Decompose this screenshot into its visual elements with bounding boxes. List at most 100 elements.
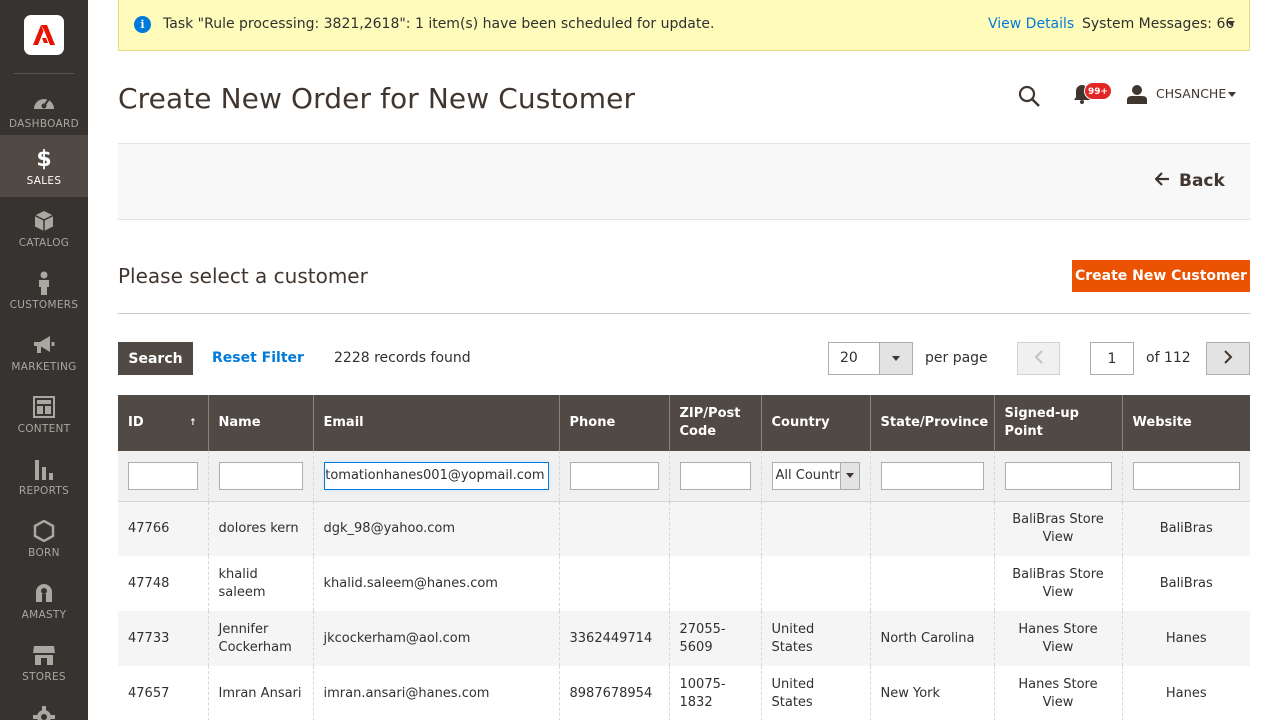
per-page-label: per page bbox=[925, 350, 988, 366]
column-header-zip[interactable]: ZIP/Post Code bbox=[668, 395, 761, 451]
amasty-icon bbox=[32, 581, 56, 605]
column-header-name[interactable]: Name bbox=[207, 395, 313, 451]
cell-country bbox=[760, 501, 870, 556]
chevron-down-icon[interactable] bbox=[1228, 92, 1236, 97]
sidebar-item-amasty[interactable]: AMASTY bbox=[0, 569, 88, 631]
filter-row: automationhanes001@yopmail.com All Count… bbox=[118, 451, 1250, 502]
cell-name: khalid saleem bbox=[207, 556, 313, 611]
per-page-select[interactable]: 20 bbox=[828, 342, 913, 375]
sidebar-item-label: CONTENT bbox=[17, 423, 71, 435]
cell-email: khalid.saleem@hanes.com bbox=[312, 556, 559, 611]
column-header-state[interactable]: State/Province bbox=[869, 395, 994, 451]
previous-page-button[interactable] bbox=[1017, 342, 1060, 375]
cell-state: North Carolina bbox=[869, 611, 994, 666]
sidebar-item-dashboard[interactable]: DASHBOARD bbox=[0, 78, 88, 140]
cell-id: 47748 bbox=[128, 575, 170, 591]
column-header-id[interactable]: ID ↑ bbox=[118, 395, 208, 451]
sidebar-item-label: REPORTS bbox=[18, 485, 70, 497]
sidebar-item-label: BORN bbox=[28, 547, 60, 559]
sidebar-item-label: CATALOG bbox=[18, 237, 70, 249]
cell-phone: 3362449714 bbox=[558, 611, 669, 666]
back-button[interactable]: Back bbox=[1154, 171, 1225, 191]
sidebar-item-customers[interactable]: CUSTOMERS bbox=[0, 259, 88, 321]
cell-phone: 8987678954 bbox=[558, 666, 669, 720]
view-details-link[interactable]: View Details bbox=[988, 16, 1074, 32]
chevron-left-icon bbox=[1034, 349, 1044, 368]
filter-country-select[interactable]: All Countries bbox=[771, 461, 860, 490]
sidebar-item-system[interactable] bbox=[0, 693, 88, 720]
column-header-country[interactable]: Country bbox=[760, 395, 870, 451]
cell-signup-point: BaliBras Store View bbox=[993, 556, 1122, 611]
sort-arrow-icon: ↑ bbox=[188, 418, 197, 428]
cell-email: jkcockerham@aol.com bbox=[312, 611, 559, 666]
page-number-input[interactable]: 1 bbox=[1090, 342, 1134, 375]
filter-name-input[interactable] bbox=[218, 461, 303, 490]
page-actions-bar bbox=[118, 143, 1250, 220]
table-row[interactable]: 47733 Jennifer Cockerham jkcockerham@aol… bbox=[118, 611, 1250, 666]
filter-website-input[interactable] bbox=[1132, 461, 1240, 490]
filter-email-input[interactable]: automationhanes001@yopmail.com bbox=[323, 461, 549, 490]
info-icon: i bbox=[134, 16, 151, 33]
sidebar-item-label: DASHBOARD bbox=[8, 118, 79, 130]
sidebar-item-reports[interactable]: REPORTS bbox=[0, 445, 88, 507]
sidebar-item-marketing[interactable]: MARKETING bbox=[0, 321, 88, 383]
next-page-button[interactable] bbox=[1206, 342, 1250, 375]
cell-state: New York bbox=[869, 666, 994, 720]
create-new-customer-button[interactable]: Create New Customer bbox=[1072, 260, 1250, 292]
adobe-logo[interactable] bbox=[24, 15, 64, 55]
notifications-badge: 99+ bbox=[1084, 82, 1113, 100]
sidebar-item-label: AMASTY bbox=[21, 609, 67, 621]
admin-sidebar: DASHBOARD $ SALES CATALOG CUSTOMERS MARK… bbox=[0, 0, 88, 720]
cell-name: dolores kern bbox=[207, 501, 313, 556]
sidebar-item-catalog[interactable]: CATALOG bbox=[0, 197, 88, 259]
table-row[interactable]: 47657 Imran Ansari imran.ansari@hanes.co… bbox=[118, 666, 1250, 720]
megaphone-icon bbox=[32, 333, 56, 357]
table-row[interactable]: 47748 khalid saleem khalid.saleem@hanes.… bbox=[118, 556, 1250, 611]
sidebar-item-content[interactable]: CONTENT bbox=[0, 383, 88, 445]
filter-state-input[interactable] bbox=[880, 461, 984, 490]
chevron-down-icon[interactable] bbox=[1227, 21, 1235, 26]
store-icon bbox=[32, 643, 56, 667]
bar-chart-icon bbox=[32, 457, 56, 481]
user-menu[interactable]: CHSANCHE bbox=[1156, 86, 1226, 101]
filter-id-input[interactable] bbox=[128, 461, 198, 490]
layout-icon bbox=[32, 395, 56, 419]
cell-id: 47766 bbox=[118, 501, 208, 556]
chevron-down-icon bbox=[892, 356, 900, 361]
table-row[interactable]: 47766 dolores kern dgk_98@yahoo.com Bali… bbox=[118, 501, 1250, 556]
cell-website: BaliBras bbox=[1121, 501, 1250, 556]
system-messages-toggle[interactable]: System Messages: 66 bbox=[1082, 16, 1234, 32]
search-icon[interactable] bbox=[1017, 84, 1041, 112]
gear-icon bbox=[32, 705, 56, 720]
customer-grid: ID ↑ Name Email Phone ZIP/Post Code Count… bbox=[118, 395, 1250, 720]
cell-website: Hanes bbox=[1121, 666, 1250, 720]
search-button[interactable]: Search bbox=[118, 342, 193, 375]
cell-zip: 27055-5609 bbox=[668, 611, 761, 666]
cell-email: imran.ansari@hanes.com bbox=[312, 666, 559, 720]
cell-id: 47657 bbox=[128, 685, 170, 701]
user-icon[interactable] bbox=[1127, 84, 1147, 108]
page-title: Create New Order for New Customer bbox=[118, 82, 636, 115]
sidebar-item-stores[interactable]: STORES bbox=[0, 631, 88, 693]
sidebar-item-sales[interactable]: $ SALES bbox=[0, 135, 88, 197]
notice-message: Task "Rule processing: 3821,2618": 1 ite… bbox=[163, 16, 715, 32]
cell-state bbox=[869, 501, 994, 556]
reset-filter-link[interactable]: Reset Filter bbox=[212, 350, 304, 366]
filter-signup-input[interactable] bbox=[1004, 461, 1112, 490]
column-header-website[interactable]: Website bbox=[1121, 395, 1250, 451]
box-icon bbox=[32, 209, 56, 233]
dashboard-icon bbox=[32, 90, 56, 114]
per-page-toggle[interactable] bbox=[879, 343, 912, 374]
filter-zip-input[interactable] bbox=[679, 461, 751, 490]
sidebar-item-born[interactable]: BORN bbox=[0, 507, 88, 569]
cell-signup-point: BaliBras Store View bbox=[993, 501, 1122, 556]
column-header-email[interactable]: Email bbox=[312, 395, 559, 451]
cell-phone bbox=[558, 501, 669, 556]
column-header-phone[interactable]: Phone bbox=[558, 395, 669, 451]
arrow-left-icon bbox=[1154, 171, 1169, 191]
cell-signup-point: Hanes Store View bbox=[993, 611, 1122, 666]
cell-email: dgk_98@yahoo.com bbox=[312, 501, 559, 556]
cell-zip bbox=[668, 556, 761, 611]
column-header-signup-point[interactable]: Signed-up Point bbox=[993, 395, 1122, 451]
filter-phone-input[interactable] bbox=[569, 461, 659, 490]
